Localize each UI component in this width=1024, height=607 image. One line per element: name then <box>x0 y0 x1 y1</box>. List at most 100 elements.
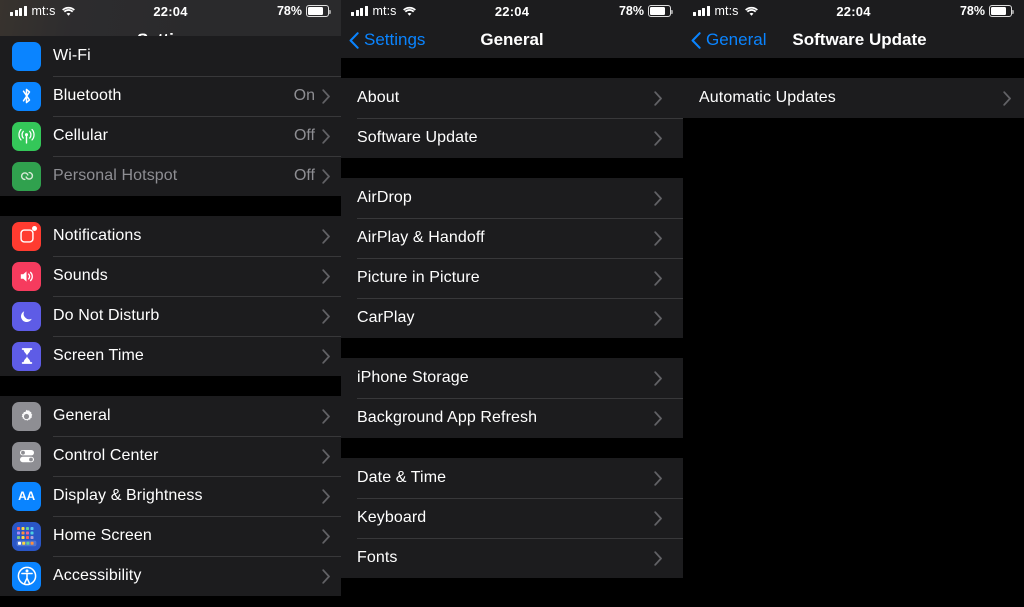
row-label: About <box>357 89 400 106</box>
status-right-group: 78% <box>277 4 332 18</box>
battery-icon <box>306 5 332 17</box>
row-label: Date & Time <box>357 469 447 486</box>
carrier-label: mt:s <box>372 4 397 18</box>
row-label: Personal Hotspot <box>53 167 178 184</box>
row-label: Accessibility <box>53 567 142 584</box>
list-item-about[interactable]: About <box>341 78 683 118</box>
chevron-right-icon <box>654 130 662 146</box>
cellular-bars-icon <box>10 6 27 16</box>
chevron-right-icon <box>322 488 330 504</box>
sidebar-item-home-screen[interactable]: Home Screen <box>0 516 341 556</box>
group-separator <box>341 438 683 458</box>
sidebar-item-display-brightness[interactable]: AA Display & Brightness <box>0 476 341 516</box>
group-separator <box>341 338 683 358</box>
battery-icon <box>648 5 674 17</box>
settings-group-connectivity: Wi-Fi Bluetooth On Cellular Off Personal… <box>0 36 341 196</box>
list-item-iphone-storage[interactable]: iPhone Storage <box>341 358 683 398</box>
sidebar-item-do-not-disturb[interactable]: Do Not Disturb <box>0 296 341 336</box>
row-label: Do Not Disturb <box>53 307 160 324</box>
list-item-airdrop[interactable]: AirDrop <box>341 178 683 218</box>
sidebar-item-cellular[interactable]: Cellular Off <box>0 116 341 156</box>
sidebar-item-control-center[interactable]: Control Center <box>0 436 341 476</box>
right-header: mt:s 22:04 78% General Software Update <box>683 0 1024 58</box>
chevron-right-icon <box>322 528 330 544</box>
status-left-group: mt:s <box>351 4 417 18</box>
chevron-left-icon <box>691 31 701 49</box>
group-separator <box>683 58 1024 78</box>
sidebar-item-sounds[interactable]: Sounds <box>0 256 341 296</box>
sounds-icon <box>12 261 41 291</box>
wifi-settings-icon <box>12 41 41 71</box>
group-separator <box>0 376 341 396</box>
status-right-group: 78% <box>959 4 1015 18</box>
row-label: AirDrop <box>357 189 412 206</box>
chevron-left-icon <box>349 31 359 49</box>
list-item-automatic-updates[interactable]: Automatic Updates <box>683 78 1024 118</box>
status-left-group: mt:s <box>10 4 76 18</box>
list-item-carplay[interactable]: CarPlay <box>341 298 683 338</box>
screen-time-icon <box>12 341 41 371</box>
group-separator <box>0 196 341 216</box>
row-label: iPhone Storage <box>357 369 469 386</box>
chevron-right-icon <box>654 410 662 426</box>
sidebar-item-screen-time[interactable]: Screen Time <box>0 336 341 376</box>
sidebar-item-general[interactable]: General <box>0 396 341 436</box>
list-item-keyboard[interactable]: Keyboard <box>341 498 683 538</box>
list-item-background-app-refresh[interactable]: Background App Refresh <box>341 398 683 438</box>
wifi-icon <box>402 6 416 16</box>
battery-percent-label: 78% <box>959 4 985 18</box>
chevron-right-icon <box>322 168 330 184</box>
row-label: Automatic Updates <box>699 89 836 106</box>
chevron-right-icon <box>322 348 330 364</box>
general-group-storage: iPhone Storage Background App Refresh <box>341 358 683 438</box>
chevron-right-icon <box>322 228 330 244</box>
cellular-bars-icon <box>351 6 368 16</box>
status-left-group: mt:s <box>693 4 759 18</box>
status-bar-right: mt:s 22:04 78% <box>683 0 1024 22</box>
settings-group-system: General Control Center AA Display & Brig… <box>0 396 341 596</box>
bluetooth-icon <box>12 81 41 111</box>
sidebar-item-accessibility[interactable]: Accessibility <box>0 556 341 596</box>
settings-group-alerts: Notifications Sounds Do Not Disturb Scre… <box>0 216 341 376</box>
back-button-settings[interactable]: Settings <box>341 30 425 50</box>
group-separator <box>341 158 683 178</box>
list-item-airplay-handoff[interactable]: AirPlay & Handoff <box>341 218 683 258</box>
row-value: Off <box>293 167 315 184</box>
sidebar-item-personal-hotspot[interactable]: Personal Hotspot Off <box>0 156 341 196</box>
row-label: Picture in Picture <box>357 269 480 286</box>
sidebar-item-bluetooth[interactable]: Bluetooth On <box>0 76 341 116</box>
row-label: Home Screen <box>53 527 152 544</box>
general-group-info: About Software Update <box>341 78 683 158</box>
back-button-general[interactable]: General <box>683 30 766 50</box>
battery-percent-label: 78% <box>618 4 644 18</box>
general-list: About Software Update AirDrop AirPlay & … <box>341 58 683 578</box>
home-screen-icon <box>12 521 41 551</box>
sidebar-item-wifi[interactable]: Wi-Fi <box>0 36 341 76</box>
chevron-right-icon <box>654 270 662 286</box>
personal-hotspot-icon <box>12 161 41 191</box>
row-value: On <box>293 87 315 104</box>
chevron-right-icon <box>654 550 662 566</box>
general-group-sharing: AirDrop AirPlay & Handoff Picture in Pic… <box>341 178 683 338</box>
list-item-date-time[interactable]: Date & Time <box>341 458 683 498</box>
row-label: Control Center <box>53 447 159 464</box>
panel-settings: mt:s 22:04 78% Settings <box>0 0 341 607</box>
chevron-right-icon <box>1003 90 1011 106</box>
right-navbar: General Software Update <box>683 22 1024 58</box>
sidebar-item-notifications[interactable]: Notifications <box>0 216 341 256</box>
back-button-label: Settings <box>364 30 426 49</box>
chevron-right-icon <box>654 310 662 326</box>
list-item-picture-in-picture[interactable]: Picture in Picture <box>341 258 683 298</box>
list-item-fonts[interactable]: Fonts <box>341 538 683 578</box>
row-label: CarPlay <box>357 309 415 326</box>
list-item-software-update[interactable]: Software Update <box>341 118 683 158</box>
mid-navbar: Settings General <box>341 22 683 58</box>
row-label: Screen Time <box>53 347 144 364</box>
chevron-right-icon <box>322 268 330 284</box>
software-update-list: Automatic Updates <box>683 58 1024 118</box>
status-right-group: 78% <box>618 4 674 18</box>
carrier-label: mt:s <box>31 4 56 18</box>
row-label: Bluetooth <box>53 87 122 104</box>
row-label: AirPlay & Handoff <box>357 229 485 246</box>
row-label: Sounds <box>53 267 108 284</box>
